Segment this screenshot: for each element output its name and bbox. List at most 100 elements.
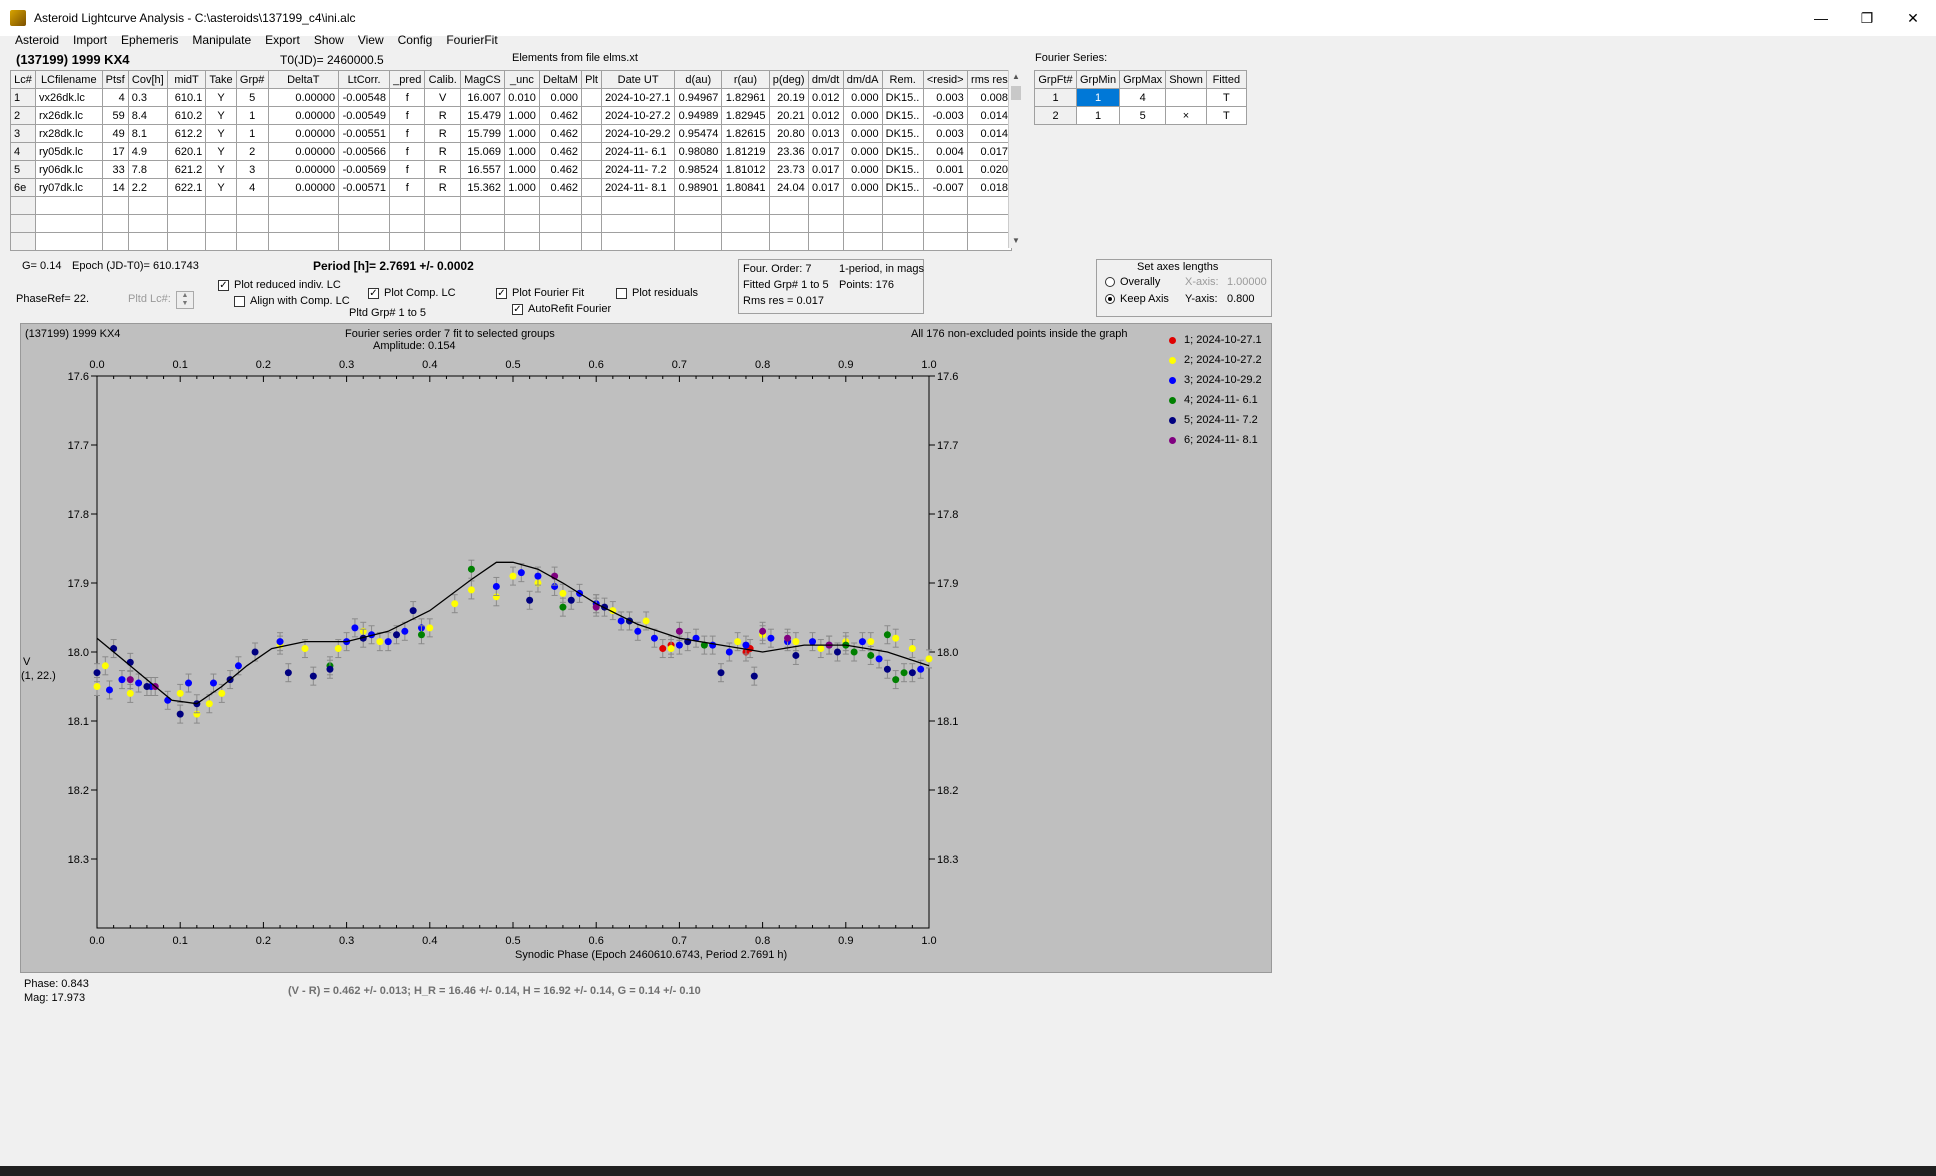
table-cell[interactable] bbox=[842, 196, 883, 215]
column-header[interactable]: Cov[h] bbox=[127, 70, 168, 89]
table-cell[interactable]: 17 bbox=[101, 142, 129, 161]
table-cell[interactable]: 0.012 bbox=[807, 88, 844, 107]
table-cell[interactable]: DK15.. bbox=[881, 178, 924, 197]
table-cell[interactable]: 0.462 bbox=[538, 106, 583, 125]
table-row[interactable] bbox=[10, 196, 1013, 215]
table-cell[interactable] bbox=[768, 214, 809, 233]
table-cell[interactable] bbox=[1165, 88, 1207, 107]
column-header[interactable]: p(deg) bbox=[768, 70, 809, 89]
table-cell[interactable]: 0.017 bbox=[966, 142, 1013, 161]
column-header[interactable]: d(au) bbox=[674, 70, 723, 89]
table-cell[interactable]: 0.00000 bbox=[267, 178, 340, 197]
table-cell[interactable]: 2024-11- 7.2 bbox=[601, 160, 676, 179]
table-cell[interactable]: 0.000 bbox=[842, 106, 883, 125]
table-cell[interactable]: 0.003 bbox=[922, 88, 968, 107]
menu-config[interactable]: Config bbox=[391, 31, 440, 49]
keep-axis-radio[interactable]: Keep Axis bbox=[1105, 293, 1169, 305]
column-header[interactable]: Plt bbox=[581, 70, 603, 89]
table-cell[interactable]: 1.000 bbox=[503, 178, 540, 197]
phaseref-value[interactable]: PhaseRef= 22. bbox=[16, 293, 89, 305]
table-cell[interactable] bbox=[538, 196, 583, 215]
table-cell[interactable]: 0.014 bbox=[966, 106, 1013, 125]
menu-asteroid[interactable]: Asteroid bbox=[8, 31, 66, 49]
table-cell[interactable]: 0.000 bbox=[538, 88, 583, 107]
table-cell[interactable]: 14 bbox=[101, 178, 129, 197]
table-cell[interactable] bbox=[674, 232, 723, 251]
menu-export[interactable]: Export bbox=[258, 31, 307, 49]
table-cell[interactable]: 1 bbox=[235, 106, 269, 125]
table-cell[interactable]: R bbox=[424, 160, 461, 179]
table-cell[interactable]: 16.557 bbox=[459, 160, 505, 179]
table-cell[interactable]: 4.9 bbox=[127, 142, 168, 161]
table-cell[interactable]: 0.00000 bbox=[267, 142, 340, 161]
scroll-thumb[interactable] bbox=[1011, 86, 1021, 100]
table-cell[interactable]: 0.462 bbox=[538, 142, 583, 161]
table-cell[interactable]: -0.00569 bbox=[338, 160, 391, 179]
column-header[interactable]: GrpMax bbox=[1119, 70, 1167, 89]
table-row[interactable]: 1 vx26dk.lc 4 0.3 610.1 Y 5 0.00000 -0.00548 f V 16… bbox=[10, 88, 1013, 107]
column-header[interactable]: _pred bbox=[389, 70, 426, 89]
table-cell[interactable] bbox=[205, 232, 237, 251]
table-cell[interactable] bbox=[922, 232, 968, 251]
overally-radio[interactable]: Overally bbox=[1105, 276, 1160, 288]
table-cell[interactable]: DK15.. bbox=[881, 106, 924, 125]
table-cell[interactable] bbox=[966, 196, 1013, 215]
table-cell[interactable]: 23.36 bbox=[768, 142, 809, 161]
table-cell[interactable]: 620.1 bbox=[166, 142, 207, 161]
table-cell[interactable]: 4 bbox=[235, 178, 269, 197]
column-header[interactable]: rms res bbox=[966, 70, 1013, 89]
column-header[interactable]: dm/dA bbox=[842, 70, 883, 89]
table-cell[interactable] bbox=[581, 160, 603, 179]
table-cell[interactable]: f bbox=[389, 178, 426, 197]
table-cell[interactable] bbox=[721, 232, 770, 251]
table-cell[interactable] bbox=[966, 214, 1013, 233]
table-cell[interactable]: 2024-10-29.2 bbox=[601, 124, 676, 143]
table-cell[interactable] bbox=[581, 214, 603, 233]
column-header[interactable]: Calib. bbox=[424, 70, 461, 89]
table-cell[interactable]: 20.19 bbox=[768, 88, 809, 107]
table-cell[interactable] bbox=[538, 214, 583, 233]
table-cell[interactable] bbox=[581, 124, 603, 143]
table-cell[interactable] bbox=[768, 232, 809, 251]
table-cell[interactable] bbox=[503, 214, 540, 233]
table-cell[interactable] bbox=[881, 214, 924, 233]
table-row[interactable] bbox=[10, 232, 1013, 251]
table-cell[interactable]: 0.004 bbox=[922, 142, 968, 161]
menu-fourierfit[interactable]: FourierFit bbox=[439, 31, 504, 49]
table-cell[interactable] bbox=[235, 232, 269, 251]
table-cell[interactable]: 4 bbox=[10, 142, 36, 161]
table-row[interactable]: 2 1 5 × T bbox=[1034, 106, 1247, 125]
table-cell[interactable] bbox=[842, 232, 883, 251]
table-cell[interactable]: Y bbox=[205, 160, 237, 179]
table-cell[interactable] bbox=[922, 196, 968, 215]
table-cell[interactable]: 24.04 bbox=[768, 178, 809, 197]
table-cell[interactable] bbox=[101, 196, 129, 215]
lightcurve-table[interactable]: Lc# LCfilename Ptsf Cov[h] midT Take Grp# Delta… bbox=[10, 70, 1013, 251]
table-cell[interactable]: R bbox=[424, 124, 461, 143]
table-cell[interactable] bbox=[389, 196, 426, 215]
table-cell[interactable]: 1.81219 bbox=[721, 142, 770, 161]
table-cell[interactable]: 0.94989 bbox=[674, 106, 723, 125]
table-cell[interactable]: 2024-10-27.2 bbox=[601, 106, 676, 125]
table-cell[interactable] bbox=[581, 142, 603, 161]
column-header[interactable]: LtCorr. bbox=[338, 70, 391, 89]
table-cell[interactable] bbox=[34, 196, 103, 215]
table-cell[interactable]: DK15.. bbox=[881, 88, 924, 107]
table-cell[interactable]: f bbox=[389, 106, 426, 125]
table-cell[interactable] bbox=[101, 232, 129, 251]
table-cell[interactable] bbox=[881, 196, 924, 215]
table-cell[interactable]: 0.462 bbox=[538, 160, 583, 179]
column-header[interactable]: dm/dt bbox=[807, 70, 844, 89]
table-cell[interactable]: 0.017 bbox=[807, 160, 844, 179]
table-cell[interactable] bbox=[674, 214, 723, 233]
table-cell[interactable] bbox=[389, 214, 426, 233]
table-cell[interactable]: 0.013 bbox=[807, 124, 844, 143]
table-cell[interactable]: Y bbox=[205, 88, 237, 107]
lightcurve-plot-panel[interactable]: 0.0 0.0 0.1 0.1 0.2 0.2 0.3 0.3 0.4 0.4 0.5 0.5 0.6 0… bbox=[20, 323, 1272, 973]
table-cell[interactable] bbox=[127, 214, 168, 233]
table-cell[interactable]: -0.00551 bbox=[338, 124, 391, 143]
table-cell[interactable] bbox=[34, 214, 103, 233]
table-cell[interactable] bbox=[601, 232, 676, 251]
table-cell[interactable] bbox=[338, 196, 391, 215]
table-cell[interactable]: R bbox=[424, 106, 461, 125]
